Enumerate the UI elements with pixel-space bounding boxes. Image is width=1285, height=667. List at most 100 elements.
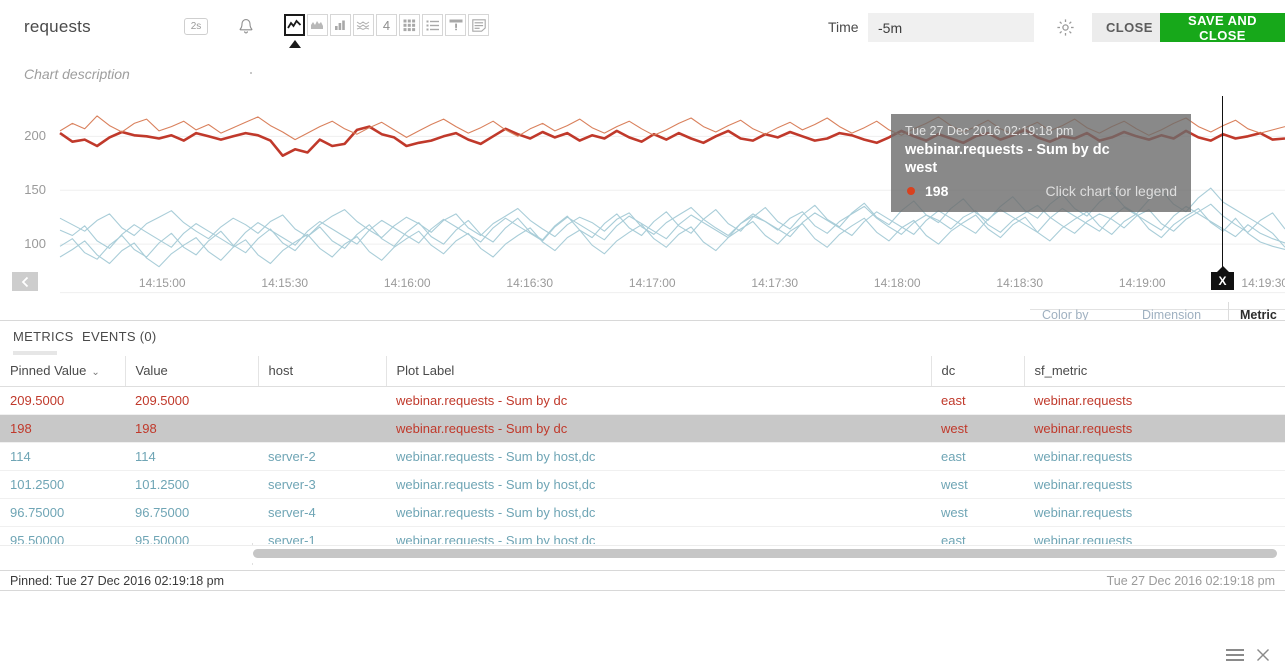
- cell-sf_metric: webinar.requests: [1024, 414, 1285, 443]
- column-header-label: host: [268, 363, 294, 378]
- tab-metrics[interactable]: METRICS: [13, 329, 74, 344]
- cell-value: 114: [125, 442, 258, 471]
- close-x-icon[interactable]: X: [1211, 272, 1234, 290]
- alert-icon[interactable]: [445, 14, 466, 36]
- horizontal-scrollbar-thumb[interactable]: [253, 549, 1277, 558]
- save-and-close-button[interactable]: SAVE AND CLOSE: [1160, 13, 1285, 43]
- x-axis-tick-labels: 14:15:00 14:15:30 14:16:00 14:16:30 14:17:00…: [0, 272, 1285, 294]
- cell-dc: west: [931, 414, 1024, 443]
- close-icon[interactable]: [1255, 647, 1271, 663]
- cell-value: 96.75000: [125, 498, 258, 527]
- table-header-row: Pinned Value ⌄ Value host Plot Label dc sf_met…: [0, 356, 1285, 387]
- cell-host: server-2: [258, 442, 386, 471]
- single-value-label: 4: [382, 17, 391, 33]
- chart-title[interactable]: requests: [24, 17, 91, 37]
- table-row[interactable]: 101.2500 101.2500 server-3 webinar.requests…: [0, 470, 1285, 499]
- cell-dc: west: [931, 498, 1024, 527]
- x-axis-tick-label: 14:18:00: [873, 276, 921, 290]
- cell-value: 209.5000: [125, 386, 258, 415]
- chart-description-input[interactable]: Chart description: [24, 66, 130, 82]
- cell-value: 95.50000: [125, 526, 258, 544]
- hamburger-menu-icon[interactable]: [1226, 648, 1244, 664]
- metrics-table: Pinned Value ⌄ Value host Plot Label dc sf_met…: [0, 356, 1285, 544]
- x-axis-tick-label: 14:17:30: [751, 276, 799, 290]
- pinned-cursor-dismiss-button[interactable]: X: [1211, 266, 1234, 290]
- cell-dc: east: [931, 442, 1024, 471]
- status-bar: Pinned: Tue 27 Dec 2016 02:19:18 pm Tue …: [0, 570, 1285, 591]
- single-value-icon[interactable]: 4: [376, 14, 397, 36]
- x-axis-tick-label: 14:15:30: [261, 276, 309, 290]
- x-axis-tick-label: 14:18:30: [996, 276, 1044, 290]
- bell-icon[interactable]: [234, 14, 258, 40]
- pan-left-button[interactable]: [12, 272, 38, 291]
- pinned-time-cursor-line: [1222, 96, 1223, 272]
- column-header-label: Plot Label: [396, 363, 455, 378]
- cell-host: server-4: [258, 498, 386, 527]
- heatmap-chart-icon[interactable]: [353, 14, 374, 36]
- cell-sf_metric: webinar.requests: [1024, 386, 1285, 415]
- column-header-label: sf_metric: [1034, 363, 1088, 378]
- cell-plot_label: webinar.requests - Sum by host,dc: [386, 498, 931, 527]
- column-header-dc[interactable]: dc: [930, 356, 1024, 387]
- close-button[interactable]: CLOSE: [1092, 13, 1167, 42]
- list-chart-icon[interactable]: [422, 14, 443, 36]
- metrics-table-scroll[interactable]: Pinned Value ⌄ Value host Plot Label dc sf_met…: [0, 356, 1285, 544]
- cell-pinned_value: 95.50000: [0, 526, 125, 544]
- tooltip-timestamp: Tue 27 Dec 2016 02:19:18 pm: [905, 124, 1074, 138]
- data-table-panel: METRICS EVENTS (0) Pinned Value ⌄ Value hos…: [0, 320, 1285, 661]
- column-header-plot_label[interactable]: Plot Label: [385, 356, 931, 387]
- cell-host: server-3: [258, 470, 386, 499]
- column-header-label: Value: [135, 363, 168, 378]
- tooltip-value: 198: [925, 183, 949, 199]
- x-axis-tick-label: 14:17:00: [628, 276, 676, 290]
- gear-icon[interactable]: [1052, 14, 1078, 40]
- grid-chart-icon[interactable]: [399, 14, 420, 36]
- cell-plot_label: webinar.requests - Sum by host,dc: [386, 442, 931, 471]
- table-row[interactable]: 114 114 server-2 webinar.requests - Sum by …: [0, 442, 1285, 471]
- cell-host: [258, 386, 386, 415]
- column-header-sf_metric[interactable]: sf_metric: [1023, 356, 1285, 387]
- cell-host: [258, 414, 386, 443]
- column-header-host[interactable]: host: [257, 356, 386, 387]
- table-row[interactable]: 96.75000 96.75000 server-4 webinar.requests…: [0, 498, 1285, 527]
- tab-events[interactable]: EVENTS (0): [82, 329, 157, 344]
- table-row[interactable]: 198 198 webinar.requests - Sum by dc west we…: [0, 414, 1285, 443]
- tooltip-value-row: 198 Click chart for legend: [905, 183, 1177, 199]
- column-header-pinned_value[interactable]: Pinned Value ⌄: [0, 356, 125, 387]
- x-axis-tick-label: 14:16:00: [383, 276, 431, 290]
- table-row[interactable]: 209.5000 209.5000 webinar.requests - Sum b…: [0, 386, 1285, 415]
- cell-sf_metric: webinar.requests: [1024, 498, 1285, 527]
- cell-dc: west: [931, 470, 1024, 499]
- cell-plot_label: webinar.requests - Sum by dc: [386, 414, 931, 443]
- table-row[interactable]: 95.50000 95.50000 server-1 webinar.requests…: [0, 526, 1285, 544]
- cell-pinned_value: 114: [0, 442, 125, 471]
- cell-dc: east: [931, 386, 1024, 415]
- time-label: Time: [828, 19, 859, 35]
- bar-chart-icon[interactable]: [330, 14, 351, 36]
- table-body: 209.5000 209.5000 webinar.requests - Sum b…: [0, 386, 1285, 544]
- series-color-dot-icon: [907, 187, 915, 195]
- chart-type-selector[interactable]: 4: [284, 14, 489, 36]
- cell-pinned_value: 198: [0, 414, 125, 443]
- x-axis-tick-label: 14:15:00: [138, 276, 186, 290]
- cell-host: server-1: [258, 526, 386, 544]
- active-tab-indicator: [13, 351, 57, 355]
- x-axis-tick-label: 14:16:30: [506, 276, 554, 290]
- panel-tab-bar: METRICS EVENTS (0): [0, 321, 1285, 355]
- line-chart-icon[interactable]: [284, 14, 305, 36]
- column-header-label: dc: [941, 363, 956, 378]
- chevron-down-icon[interactable]: ⌄: [91, 367, 99, 378]
- cell-plot_label: webinar.requests - Sum by host,dc: [386, 470, 931, 499]
- cell-pinned_value: 209.5000: [0, 386, 125, 415]
- cell-plot_label: webinar.requests - Sum by dc: [386, 386, 931, 415]
- time-range-input[interactable]: [868, 13, 1034, 42]
- y-axis-tick-label: 150: [24, 182, 46, 198]
- y-axis-tick-label: 200: [24, 128, 46, 144]
- description-caret-dot: [250, 72, 252, 74]
- area-chart-icon[interactable]: [307, 14, 328, 36]
- text-note-icon[interactable]: [468, 14, 489, 36]
- resolution-badge[interactable]: 2s: [184, 18, 208, 35]
- cell-sf_metric: webinar.requests: [1024, 442, 1285, 471]
- chart-tooltip: Tue 27 Dec 2016 02:19:18 pm webinar.requ…: [891, 114, 1191, 212]
- column-header-value[interactable]: Value: [124, 356, 258, 387]
